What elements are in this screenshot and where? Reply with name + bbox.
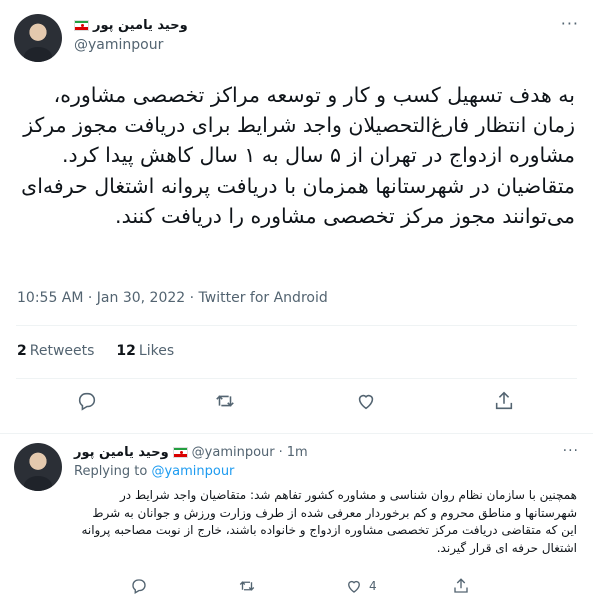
share-button[interactable] [452, 577, 470, 595]
likes-stat[interactable]: 12 Likes [116, 343, 174, 359]
author-handle[interactable]: @yaminpour [192, 445, 275, 460]
likes-count: 12 [116, 343, 136, 359]
more-options-icon[interactable]: ··· [561, 14, 579, 33]
like-button[interactable]: 4 [345, 577, 377, 595]
retweets-count: 2 [17, 343, 27, 359]
divider [16, 325, 577, 326]
reply-button[interactable] [130, 577, 148, 595]
reply-text: همچنین با سازمان نظام روان شناسی و مشاور… [81, 488, 577, 555]
author-name[interactable]: وحید یامین پور [93, 18, 188, 33]
replying-to-handle[interactable]: @yaminpour [151, 464, 234, 479]
retweets-stat[interactable]: 2 Retweets [17, 343, 94, 359]
divider [0, 433, 593, 434]
share-icon [495, 391, 513, 410]
tweet-text: به هدف تسهیل کسب و کار و توسعه مراکز تخص… [21, 83, 575, 228]
reply-icon [132, 579, 146, 594]
share-button[interactable] [493, 390, 515, 412]
iran-flag-icon [172, 446, 188, 458]
author-handle[interactable]: @yaminpour [74, 37, 163, 53]
separator: · [278, 444, 283, 460]
author-row: وحید یامین پور [74, 16, 188, 34]
share-icon [454, 578, 468, 593]
more-options-icon[interactable]: ··· [563, 443, 579, 459]
retweets-label: Retweets [29, 343, 95, 359]
reply-icon [78, 392, 96, 411]
tweet-timestamp[interactable]: 10:55 AM · Jan 30, 2022 · Twitter for An… [17, 290, 328, 306]
replying-to: Replying to @yaminpour [74, 464, 234, 479]
heart-icon [348, 580, 360, 593]
tweet-actions [0, 390, 593, 416]
divider [16, 378, 577, 379]
reply-time[interactable]: 1m [287, 445, 308, 460]
like-button[interactable] [355, 390, 377, 412]
like-count: 4 [369, 579, 377, 593]
avatar[interactable] [14, 443, 62, 491]
iran-flag-icon [74, 19, 89, 31]
retweet-button[interactable] [238, 577, 256, 595]
retweet-icon [239, 581, 255, 591]
retweet-button[interactable] [214, 390, 236, 412]
likes-label: Likes [138, 343, 175, 359]
avatar[interactable] [14, 14, 62, 62]
replying-to-label: Replying to [74, 464, 148, 479]
reply-author-row: وحید یامین پور @yaminpour · 1m [74, 443, 308, 461]
heart-icon [358, 394, 374, 410]
reply-actions: 4 [0, 577, 593, 597]
reply-button[interactable] [76, 390, 98, 412]
retweet-icon [216, 395, 234, 407]
author-name[interactable]: وحید یامین پور [74, 445, 169, 460]
tweet-stats: 2 Retweets 12 Likes [17, 343, 174, 359]
